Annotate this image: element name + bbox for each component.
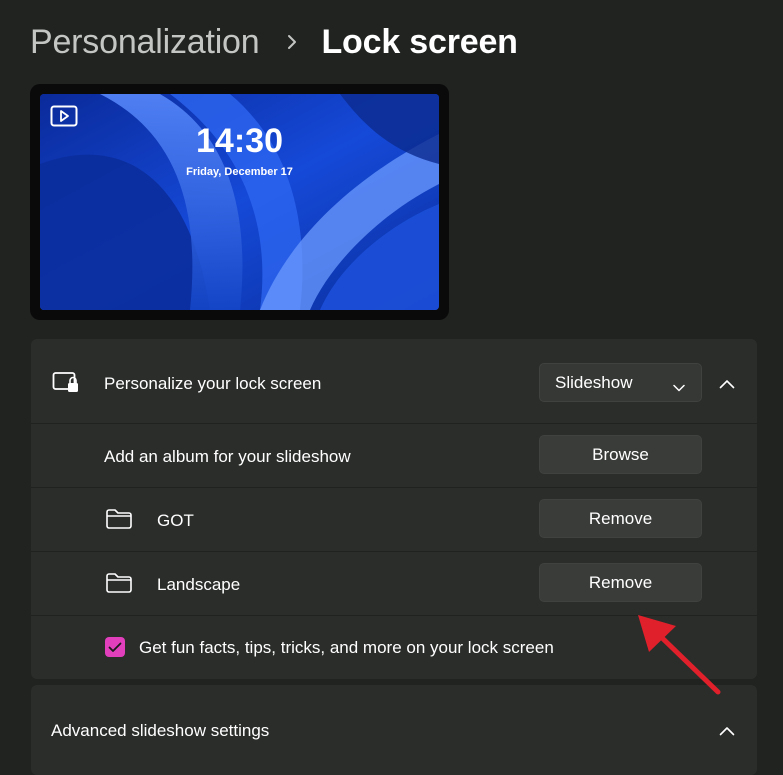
personalize-label: Personalize your lock screen bbox=[104, 374, 322, 393]
folder-icon bbox=[105, 572, 133, 599]
folder-icon bbox=[105, 508, 133, 535]
breadcrumb-parent[interactable]: Personalization bbox=[30, 23, 260, 62]
remove-got-button[interactable]: Remove bbox=[539, 499, 702, 538]
page-title: Lock screen bbox=[321, 22, 518, 61]
checkmark-icon bbox=[108, 642, 122, 652]
chevron-right-icon bbox=[277, 33, 307, 51]
folder-name: Landscape bbox=[157, 575, 241, 594]
remove-landscape-button[interactable]: Remove bbox=[539, 563, 702, 602]
album-label: Add an album for your slideshow bbox=[104, 447, 351, 466]
folder-name: GOT bbox=[157, 511, 194, 530]
annotation-arrow-icon bbox=[638, 615, 721, 695]
personalize-row: Personalize your lock screen Slideshow bbox=[31, 339, 757, 423]
browse-button[interactable]: Browse bbox=[539, 435, 702, 474]
lock-screen-icon bbox=[52, 369, 82, 402]
folder-row-got: GOT Remove bbox=[31, 488, 757, 551]
fun-facts-label: Get fun facts, tips, tricks, and more on… bbox=[139, 638, 554, 657]
lock-screen-mode-dropdown[interactable]: Slideshow bbox=[539, 363, 702, 402]
chevron-down-icon bbox=[673, 377, 685, 397]
lock-date: Friday, December 17 bbox=[186, 166, 293, 178]
lock-screen-preview: 14:30 Friday, December 17 bbox=[30, 84, 449, 320]
dropdown-selected: Slideshow bbox=[555, 372, 633, 392]
advanced-label: Advanced slideshow settings bbox=[51, 721, 270, 740]
breadcrumb: Personalization Lock screen bbox=[30, 18, 518, 66]
chevron-up-icon[interactable] bbox=[719, 723, 735, 741]
lock-time: 14:30 bbox=[196, 122, 283, 160]
folder-row-landscape: Landscape Remove bbox=[31, 552, 757, 615]
chevron-up-icon[interactable] bbox=[719, 376, 735, 394]
preview-wallpaper: 14:30 Friday, December 17 bbox=[40, 94, 439, 310]
fun-facts-checkbox[interactable] bbox=[105, 637, 125, 657]
album-row: Add an album for your slideshow Browse bbox=[31, 424, 757, 487]
